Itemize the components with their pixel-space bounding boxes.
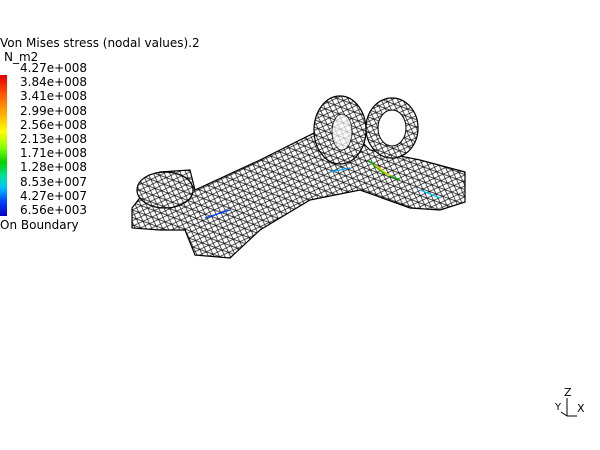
legend-value: 1.71e+008 xyxy=(20,146,88,161)
legend-value: 4.27e+007 xyxy=(20,188,88,203)
legend-value: 2.56e+008 xyxy=(20,117,88,132)
legend-value: 1.28e+008 xyxy=(20,160,88,175)
axis-z-label: Z xyxy=(564,386,572,399)
legend-value: 2.13e+008 xyxy=(20,132,88,147)
legend-color-bar xyxy=(0,75,7,216)
axis-triad[interactable]: Z Y X xyxy=(555,386,590,420)
legend-value: 3.41e+008 xyxy=(20,89,88,104)
legend-value: 4.27e+008 xyxy=(20,61,88,75)
legend-value: 8.53e+007 xyxy=(20,174,88,189)
axis-y-label: Y xyxy=(555,402,562,413)
part-geometry xyxy=(131,95,466,259)
legend-values: 4.27e+008 3.84e+008 3.41e+008 2.99e+008 … xyxy=(20,61,87,217)
legend-value: 6.56e+003 xyxy=(20,203,88,218)
mesh-model[interactable] xyxy=(120,90,480,280)
legend-value: 3.84e+008 xyxy=(20,75,88,90)
axis-x-label: X xyxy=(577,402,585,415)
legend-title: Von Mises stress (nodal values).2 xyxy=(0,36,200,50)
legend-value: 2.99e+008 xyxy=(20,103,88,118)
legend-footer: On Boundary xyxy=(0,218,79,232)
